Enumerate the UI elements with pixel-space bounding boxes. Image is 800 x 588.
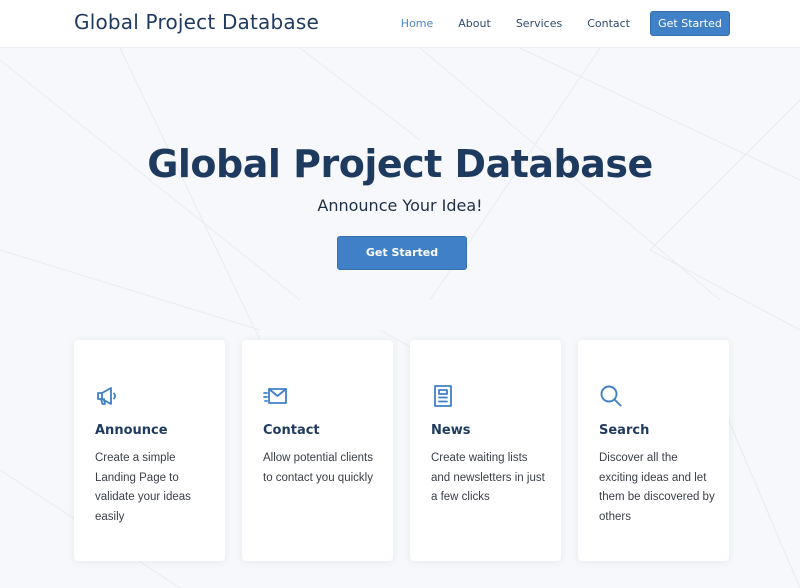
site-header: Global Project Database Home About Servi… <box>0 0 800 48</box>
nav-contact-link[interactable]: Contact <box>587 12 630 36</box>
newsletter-icon <box>434 385 452 407</box>
main-nav: Home About Services Contact Get Started <box>376 11 730 36</box>
hero-get-started-button[interactable]: Get Started <box>337 236 467 270</box>
header-get-started-button[interactable]: Get Started <box>650 11 730 36</box>
mail-icon <box>263 388 287 404</box>
nav-about-link[interactable]: About <box>458 12 491 36</box>
feature-card-search: Search Discover all the exciting ideas a… <box>578 340 729 561</box>
features-section: Announce Create a simple Landing Page to… <box>74 340 729 561</box>
feature-title: Contact <box>263 423 320 438</box>
megaphone-icon <box>97 387 116 405</box>
feature-title: Announce <box>95 423 168 438</box>
feature-description: Create a simple Landing Page to validate… <box>95 452 191 523</box>
nav-services-link[interactable]: Services <box>516 12 562 36</box>
feature-description: Allow potential clients to contact you q… <box>263 452 373 484</box>
feature-description: Create waiting lists and newsletters in … <box>431 452 545 503</box>
feature-card-announce: Announce Create a simple Landing Page to… <box>74 340 225 561</box>
feature-title: News <box>431 423 471 438</box>
feature-card-news: News Create waiting lists and newsletter… <box>410 340 561 561</box>
nav-home-link[interactable]: Home <box>401 12 433 36</box>
feature-description: Discover all the exciting ideas and let … <box>599 452 715 523</box>
hero-title: Global Project Database <box>147 142 653 186</box>
hero-subtitle: Announce Your Idea! <box>317 196 483 215</box>
feature-card-contact: Contact Allow potential clients to conta… <box>242 340 393 561</box>
feature-title: Search <box>599 423 650 438</box>
site-logo[interactable]: Global Project Database <box>74 10 319 34</box>
search-icon <box>600 385 622 407</box>
